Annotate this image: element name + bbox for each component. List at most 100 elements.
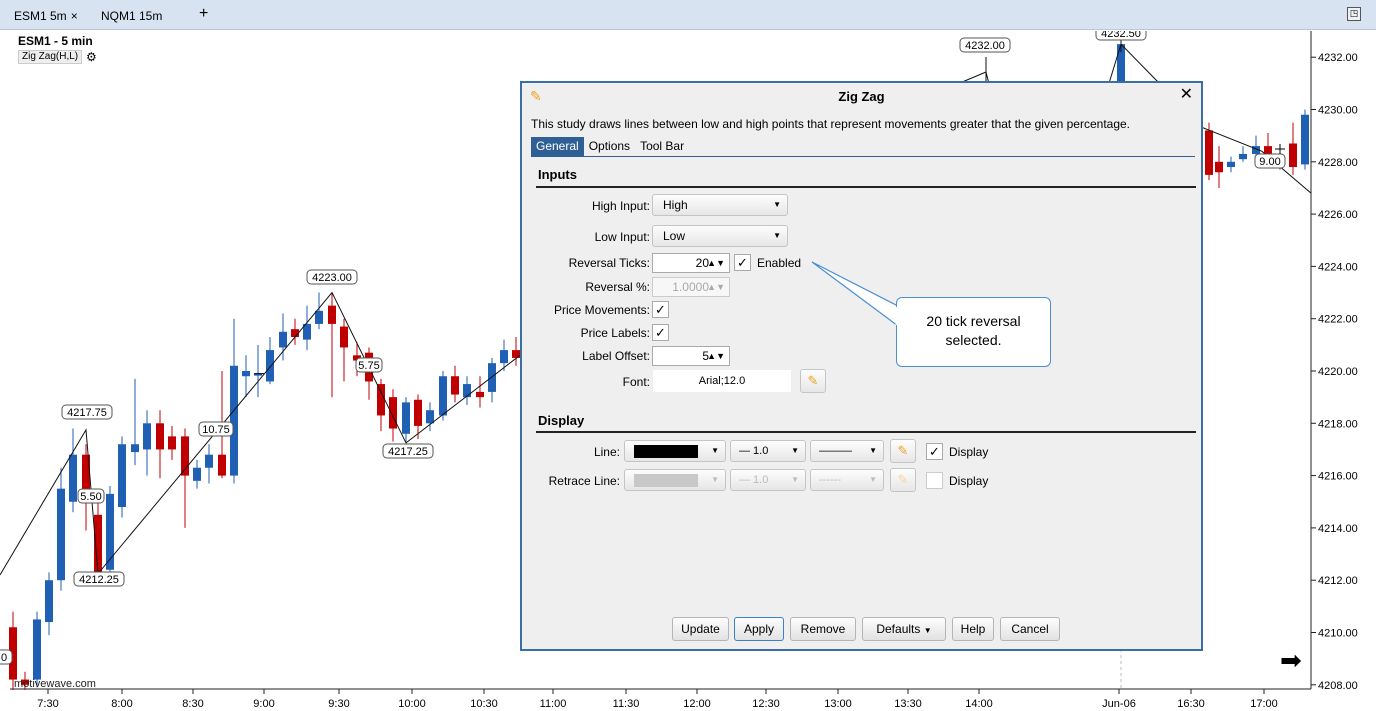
- cancel-button[interactable]: Cancel: [1000, 617, 1060, 641]
- candle-down: [340, 326, 348, 348]
- retrace-display-label: Display: [949, 474, 989, 488]
- candle-up: [266, 350, 274, 382]
- font-field[interactable]: Arial;12.0: [652, 369, 792, 393]
- candle-down: [377, 384, 385, 416]
- pivot-label: 4232.00: [965, 40, 1005, 52]
- reversal-pct-value: 1.0000: [672, 280, 709, 294]
- retrace-color-picker: ▼: [624, 469, 726, 491]
- edit-line-pencil-icon[interactable]: ✎: [890, 439, 916, 463]
- add-tab-icon[interactable]: +: [199, 4, 208, 24]
- candle-up: [1301, 114, 1309, 165]
- pivot-label: 4217.75: [67, 407, 107, 419]
- pivot-label: 4232.50: [1101, 31, 1141, 40]
- line-display-label: Display: [949, 445, 989, 459]
- time-tick-label: 8:30: [182, 698, 203, 710]
- low-input-value: Low: [663, 229, 686, 243]
- section-divider: [536, 186, 1196, 188]
- low-input-select[interactable]: Low ▼: [652, 225, 788, 247]
- price-tick-label: 4210.00: [1318, 628, 1358, 640]
- candle-up: [488, 363, 496, 392]
- update-button[interactable]: Update: [672, 617, 729, 641]
- price-tick-label: 4218.00: [1318, 418, 1358, 430]
- retrace-width-select: — 1.0 ▼: [730, 469, 806, 491]
- edit-retrace-pencil-icon: ✎: [890, 468, 916, 492]
- retrace-line-label: Retrace Line:: [548, 474, 620, 488]
- time-tick-label: 9:00: [253, 698, 274, 710]
- defaults-button[interactable]: Defaults ▼: [862, 617, 946, 641]
- price-tick-label: 4208.00: [1318, 680, 1358, 692]
- app-window: ESM1 5m × NQM1 15m + ◳ 4232.00 4230.00 4228…: [0, 0, 1376, 711]
- remove-button[interactable]: Remove: [790, 617, 856, 641]
- study-chip[interactable]: Zig Zag(H,L): [18, 50, 83, 64]
- dialog-description: This study draws lines between low and h…: [531, 117, 1131, 131]
- inputs-section-title: Inputs: [538, 167, 577, 182]
- close-icon[interactable]: ×: [71, 6, 78, 26]
- chevron-down-icon: ▼: [711, 475, 719, 484]
- candle-up: [45, 580, 53, 623]
- reversal-pct-label: Reversal %:: [585, 280, 650, 294]
- time-tick-label: 11:30: [613, 698, 640, 710]
- callout-line-1: 20 tick reversal: [926, 313, 1021, 329]
- high-input-value: High: [663, 198, 688, 212]
- tab-tool-bar[interactable]: Tool Bar: [635, 137, 689, 156]
- reversal-ticks-spinner[interactable]: 20 ▲▼: [652, 253, 730, 273]
- label-offset-label: Label Offset:: [582, 349, 650, 363]
- price-labels-checkbox[interactable]: ✓: [652, 324, 669, 341]
- section-divider: [536, 431, 1196, 433]
- candle-up: [230, 365, 238, 476]
- pivot-label: 4217.25: [388, 446, 428, 458]
- reversal-pct-spinner: 1.0000 ▲▼: [652, 277, 730, 297]
- help-button[interactable]: Help: [952, 617, 994, 641]
- tab-options[interactable]: Options: [584, 137, 635, 156]
- retrace-display-checkbox[interactable]: [926, 472, 943, 489]
- candle-down: [1289, 143, 1297, 168]
- line-color-picker[interactable]: ▼: [624, 440, 726, 462]
- scroll-right-arrow-icon[interactable]: ➡: [1280, 646, 1302, 674]
- candle-down: [1215, 161, 1223, 173]
- line-width-select[interactable]: — 1.0 ▼: [730, 440, 806, 462]
- tab-label: ESM1 5m: [14, 9, 67, 23]
- tab-general[interactable]: General: [531, 137, 584, 156]
- spinner-arrows-icon[interactable]: ▲▼: [707, 347, 725, 365]
- price-tick-label: 4230.00: [1318, 105, 1358, 117]
- price-tick-label: 4222.00: [1318, 314, 1358, 326]
- line-display-checkbox[interactable]: ✓: [926, 443, 943, 460]
- time-tick-label: 10:00: [398, 698, 426, 710]
- price-tick-label: 4232.00: [1318, 52, 1358, 64]
- apply-button[interactable]: Apply: [734, 617, 784, 641]
- candle-up: [106, 493, 114, 570]
- candle-up: [131, 444, 139, 453]
- maximize-icon[interactable]: ◳: [1347, 7, 1361, 21]
- spinner-arrows-icon[interactable]: ▲▼: [707, 254, 725, 272]
- candle-up: [439, 376, 447, 416]
- candle-up: [69, 454, 77, 502]
- chevron-down-icon: ▼: [923, 626, 932, 635]
- line-width-value: — 1.0: [739, 445, 769, 457]
- reversal-ticks-enabled-checkbox[interactable]: ✓: [734, 254, 751, 271]
- pivot-label: 4212.25: [79, 574, 119, 586]
- reversal-ticks-label: Reversal Ticks:: [568, 256, 650, 270]
- line-style-value: ———: [819, 445, 852, 457]
- chart-tab-bar: ESM1 5m × NQM1 15m + ◳: [0, 0, 1376, 30]
- line-color-swatch: [634, 445, 698, 458]
- line-style-select[interactable]: ——— ▼: [810, 440, 884, 462]
- close-icon[interactable]: ✕: [1180, 86, 1193, 104]
- swing-label: 5.75: [358, 360, 379, 372]
- gear-icon[interactable]: ⚙: [86, 50, 97, 64]
- enabled-label: Enabled: [757, 256, 802, 270]
- tab-nqm1-15m[interactable]: NQM1 15m: [101, 6, 162, 26]
- high-input-select[interactable]: High ▼: [652, 194, 788, 216]
- label-offset-spinner[interactable]: 5 ▲▼: [652, 346, 730, 366]
- edit-font-pencil-icon[interactable]: ✎: [800, 369, 826, 393]
- candle-up: [205, 454, 213, 468]
- tab-esm1-5m[interactable]: ESM1 5m ×: [14, 6, 78, 26]
- candle-down: [328, 305, 336, 324]
- price-tick-label: 4216.00: [1318, 471, 1358, 483]
- price-tick-label: 4220.00: [1318, 366, 1358, 378]
- time-tick-label: 8:00: [111, 698, 132, 710]
- tab-label: NQM1 15m: [101, 9, 163, 23]
- candle-up: [279, 331, 287, 348]
- price-movements-checkbox[interactable]: ✓: [652, 301, 669, 318]
- swing-label: 5.50: [80, 491, 101, 503]
- candle-up: [118, 444, 126, 507]
